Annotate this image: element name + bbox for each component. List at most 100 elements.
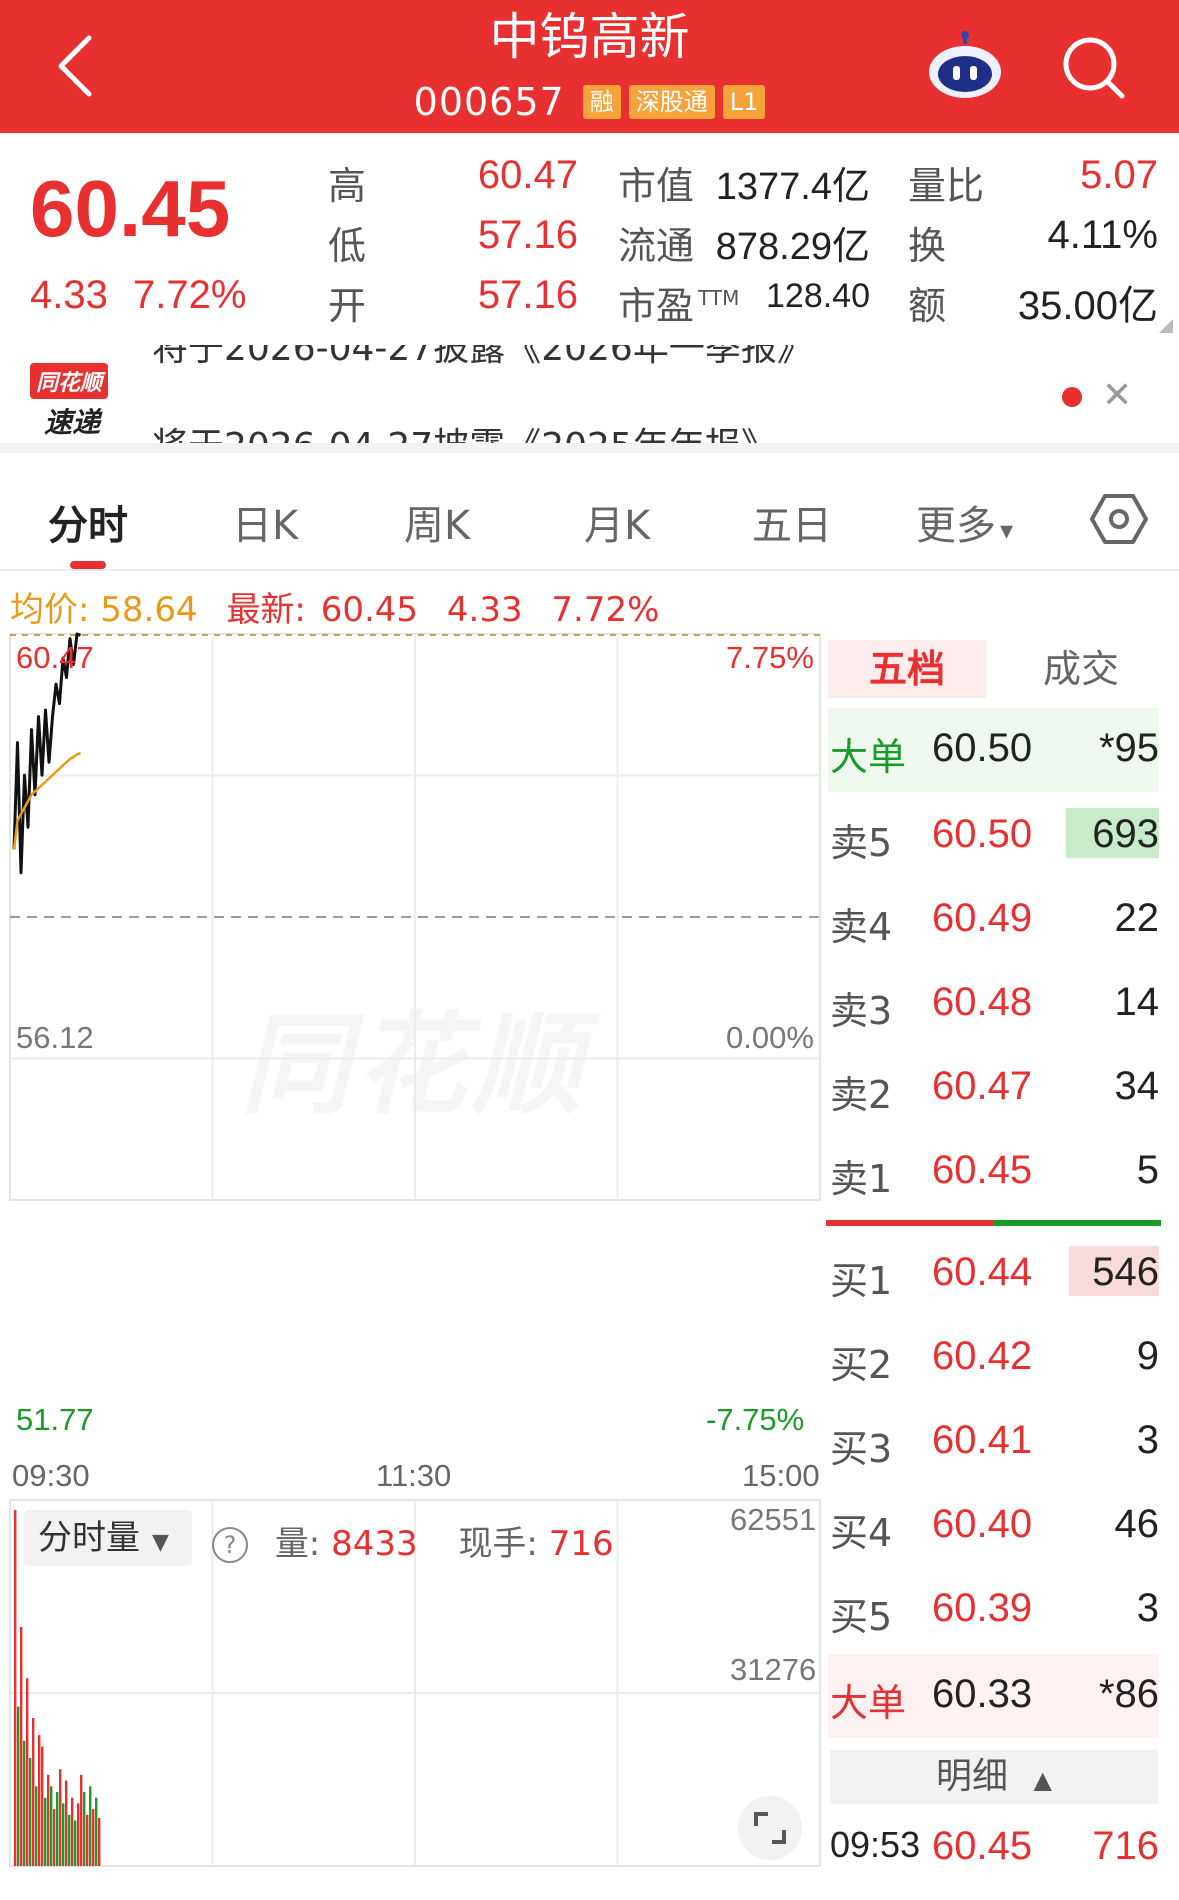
sell-row[interactable]: 卖1 60.45 5 xyxy=(828,1130,1159,1214)
trade-price: 60.45 xyxy=(932,1824,1033,1868)
volume-value: 8433 xyxy=(331,1524,418,1564)
high-value: 60.47 xyxy=(477,153,578,197)
sell-1-price: 60.45 xyxy=(932,1148,1033,1192)
volume-bar xyxy=(23,1740,26,1866)
sell-5-label: 卖5 xyxy=(830,821,893,865)
buy-4-price: 60.40 xyxy=(932,1502,1033,1546)
volume-bar xyxy=(44,1797,47,1866)
current-hand-value: 716 xyxy=(548,1524,614,1564)
sell-5-price: 60.50 xyxy=(932,812,1033,856)
news-banner[interactable]: 同花顺 速递 将于2026-04-27披露《2026年一季报》 将于2026-0… xyxy=(0,345,1179,453)
latest-change-pct: 7.72% xyxy=(551,590,660,630)
buy-row[interactable]: 买3 60.41 3 xyxy=(828,1400,1159,1484)
search-icon[interactable] xyxy=(1058,32,1128,102)
pe-ttm-sup: TTM xyxy=(698,286,740,310)
buy-3-price: 60.41 xyxy=(932,1418,1033,1462)
volume-bar xyxy=(59,1769,62,1866)
turnover-value: 4.11% xyxy=(1047,213,1158,257)
volume-axis-top-label: 62551 xyxy=(730,1502,817,1537)
volume-bar xyxy=(35,1786,38,1866)
sell-row[interactable]: 卖4 60.49 22 xyxy=(828,878,1159,962)
tab-intraday[interactable]: 分时 xyxy=(48,493,128,551)
volume-bar xyxy=(29,1757,32,1866)
chart-tabs: 分时 日K 周K 月K 五日 更多 ▾ xyxy=(0,463,1179,571)
volume-type-label: 分时量 xyxy=(38,1518,140,1558)
close-icon[interactable]: ✕ xyxy=(1102,375,1132,416)
volume-bar xyxy=(65,1780,68,1866)
buy-1-label: 买1 xyxy=(830,1259,893,1303)
amount-label: 额 xyxy=(908,284,947,328)
volume-bar xyxy=(38,1735,41,1866)
big-order-label: 大单 xyxy=(830,1681,907,1725)
trade-volume: 716 xyxy=(1092,1824,1159,1868)
sell-row[interactable]: 卖5 60.50 693 xyxy=(828,794,1159,878)
fullscreen-button[interactable] xyxy=(738,1796,802,1860)
avg-price-label: 均价: xyxy=(10,590,90,630)
sell-1-label: 卖1 xyxy=(830,1157,893,1201)
tab-more-label: 更多 xyxy=(916,503,996,549)
volume-bar xyxy=(41,1746,44,1866)
sell-4-label: 卖4 xyxy=(830,905,893,949)
hexagon-settings-icon[interactable] xyxy=(1090,490,1148,548)
sell-3-label: 卖3 xyxy=(830,989,893,1033)
pe-label: 市盈 TTM xyxy=(618,275,739,330)
buy-4-volume: 46 xyxy=(1114,1502,1160,1546)
volume-bar xyxy=(68,1814,71,1866)
latest-price-label: 最新: xyxy=(226,590,306,630)
buy-row[interactable]: 买1 60.44 546 xyxy=(828,1232,1159,1316)
buy-1-price: 60.44 xyxy=(932,1250,1033,1294)
sell-row[interactable]: 卖2 60.47 34 xyxy=(828,1046,1159,1130)
volume-bar xyxy=(89,1786,92,1866)
unread-dot-icon xyxy=(1062,387,1082,407)
volume-bar xyxy=(77,1803,80,1866)
quote-panel: 60.45 4.33 7.72% 高 60.47 市值 1377.4亿 量比 5… xyxy=(0,133,1179,343)
market-cap-label: 市值 xyxy=(618,164,695,208)
volume-type-dropdown[interactable]: 分时量 ▼ xyxy=(24,1510,192,1566)
buy-row[interactable]: 买4 60.40 46 xyxy=(828,1484,1159,1568)
volume-bar xyxy=(71,1797,74,1866)
low-label: 低 xyxy=(328,224,367,268)
open-label: 开 xyxy=(328,284,367,328)
tab-monthly-k[interactable]: 月K xyxy=(584,493,650,551)
avg-price-value: 58.64 xyxy=(100,590,198,630)
pct-axis-top-label: 7.75% xyxy=(726,640,814,675)
tab-five-levels[interactable]: 五档 xyxy=(828,640,986,698)
volume-bar xyxy=(95,1797,98,1866)
tab-daily-k[interactable]: 日K xyxy=(232,493,298,551)
robot-assistant-icon[interactable] xyxy=(925,30,1005,102)
big-sell-row[interactable]: 大单 60.50 *95 xyxy=(828,708,1159,792)
buy-2-volume: 9 xyxy=(1136,1334,1159,1378)
detail-toggle-button[interactable]: 明细 ▲ xyxy=(830,1750,1158,1804)
chart-info-line: 均价: 58.64 最新: 60.45 4.33 7.72% xyxy=(10,582,659,631)
help-icon[interactable]: ? xyxy=(212,1527,248,1563)
intraday-chart[interactable] xyxy=(0,630,824,1870)
volume-bar xyxy=(32,1718,35,1866)
connect-tag: 深股通 xyxy=(628,85,715,119)
stock-code: 000657 xyxy=(413,80,565,124)
y-axis-top-label: 60.47 xyxy=(16,640,94,675)
sell-2-price: 60.47 xyxy=(932,1064,1033,1108)
low-value: 57.16 xyxy=(477,213,578,257)
buy-5-volume: 3 xyxy=(1136,1586,1159,1630)
tab-more[interactable]: 更多 ▾ xyxy=(916,493,1013,551)
tab-five-day[interactable]: 五日 xyxy=(752,493,832,551)
chart-grid xyxy=(9,633,821,1867)
volume-info: ? 量: 8433 现手: 716 xyxy=(212,1516,614,1565)
big-buy-volume: *86 xyxy=(1098,1672,1159,1716)
tab-weekly-k[interactable]: 周K xyxy=(404,493,470,551)
tab-trades[interactable]: 成交 xyxy=(1003,640,1159,698)
buy-row[interactable]: 买2 60.42 9 xyxy=(828,1316,1159,1400)
volume-bar xyxy=(92,1809,95,1866)
expand-corner-icon[interactable] xyxy=(1159,319,1173,333)
change-percent: 7.72% xyxy=(132,273,247,317)
buy-3-volume: 3 xyxy=(1136,1418,1159,1462)
change-amount: 4.33 xyxy=(30,273,108,317)
float-cap-label: 流通 xyxy=(618,224,695,268)
volume-bar xyxy=(20,1627,23,1866)
trade-detail-row[interactable]: 09:53 60.45 716 xyxy=(828,1818,1159,1878)
chevron-up-icon: ▲ xyxy=(1033,1766,1052,1794)
sell-row[interactable]: 卖3 60.48 14 xyxy=(828,962,1159,1046)
big-buy-row[interactable]: 大单 60.33 *86 xyxy=(828,1654,1159,1738)
buy-row[interactable]: 买5 60.39 3 xyxy=(828,1568,1159,1652)
amount-value: 35.00亿 xyxy=(1017,284,1158,328)
